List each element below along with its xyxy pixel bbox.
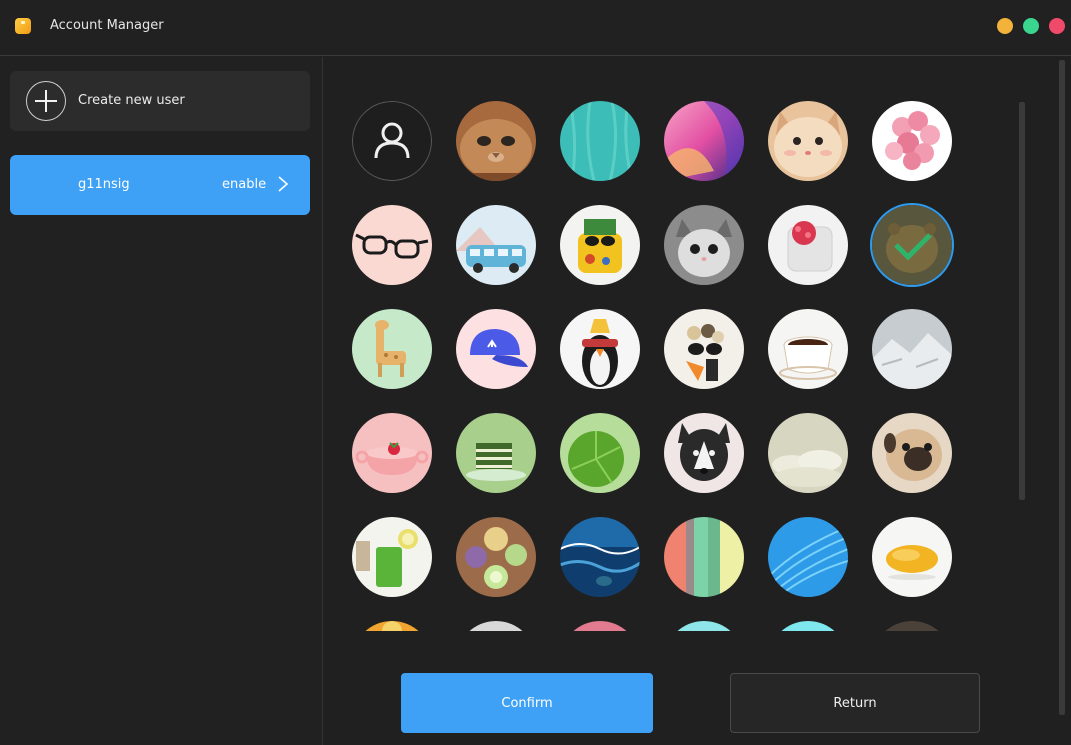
avatar-pink-partial[interactable] <box>560 621 640 631</box>
avatar-ocean-wave[interactable] <box>560 517 640 597</box>
avatar-pink-gradient[interactable] <box>664 101 744 181</box>
avatar-green-juice[interactable] <box>352 517 432 597</box>
user-name: g11nsig <box>78 177 130 192</box>
avatar-dark-partial[interactable] <box>872 621 952 631</box>
avatar-mango[interactable] <box>872 517 952 597</box>
user-status: enable <box>222 177 267 192</box>
avatar-brown-bear-selected[interactable] <box>872 205 952 285</box>
avatar-yellow-phone-sunglasses[interactable] <box>560 205 640 285</box>
maximize-button[interactable] <box>1023 18 1039 34</box>
plus-icon <box>26 81 66 121</box>
avatar-blue-cap[interactable] <box>456 309 536 389</box>
avatar-blue-waves[interactable] <box>768 517 848 597</box>
avatar-teal-water[interactable] <box>560 101 640 181</box>
avatar-default-user[interactable] <box>352 101 432 181</box>
avatar-green-leaf[interactable] <box>560 413 640 493</box>
avatar-gray-partial[interactable] <box>456 621 536 631</box>
return-button[interactable]: Return <box>730 673 980 733</box>
avatar-panel: Confirm Return <box>324 57 1071 745</box>
create-new-user-button[interactable]: Create new user <box>10 71 310 131</box>
chevron-right-icon <box>278 176 289 192</box>
avatar-cyan-partial-2[interactable] <box>768 621 848 631</box>
avatar-pink-balloons[interactable] <box>872 101 952 181</box>
panel-scrollbar[interactable] <box>1059 60 1065 715</box>
avatar-giraffe-toy[interactable] <box>352 309 432 389</box>
avatar-gray-kitten[interactable] <box>664 205 744 285</box>
avatar-drinks-top-view[interactable] <box>456 517 536 597</box>
avatar-matcha-cake[interactable] <box>456 413 536 493</box>
avatar-grid-scrollbar[interactable] <box>1019 102 1025 500</box>
title-bar: Account Manager <box>0 0 1071 56</box>
minimize-button[interactable] <box>997 18 1013 34</box>
avatar-strawberry-bowl[interactable] <box>352 413 432 493</box>
close-button[interactable] <box>1049 18 1065 34</box>
sidebar: Create new user g11nsig enable <box>0 57 323 745</box>
avatar-penguin-sunglasses[interactable] <box>560 309 640 389</box>
avatar-cyan-partial[interactable] <box>664 621 744 631</box>
avatar-cat-closeup[interactable] <box>456 101 536 181</box>
avatar-bird-sunglasses[interactable] <box>664 309 744 389</box>
avatar-pug[interactable] <box>872 413 952 493</box>
create-new-user-label: Create new user <box>78 93 185 108</box>
window-title: Account Manager <box>50 18 164 33</box>
avatar-husky[interactable] <box>664 413 744 493</box>
avatar-color-stripes[interactable] <box>664 517 744 597</box>
avatar-snowy-mountain[interactable] <box>872 309 952 389</box>
avatar-blue-van[interactable] <box>456 205 536 285</box>
avatar-clouds[interactable] <box>768 413 848 493</box>
avatar-glasses[interactable] <box>352 205 432 285</box>
avatar-berry-dessert[interactable] <box>768 205 848 285</box>
avatar-fluffy-cat[interactable] <box>768 101 848 181</box>
avatar-orange-partial[interactable] <box>352 621 432 631</box>
app-logo-icon <box>15 18 31 34</box>
avatar-coffee-cup[interactable] <box>768 309 848 389</box>
avatar-grid[interactable] <box>348 97 988 631</box>
sidebar-item-user[interactable]: g11nsig enable <box>10 155 310 215</box>
confirm-button[interactable]: Confirm <box>401 673 653 733</box>
